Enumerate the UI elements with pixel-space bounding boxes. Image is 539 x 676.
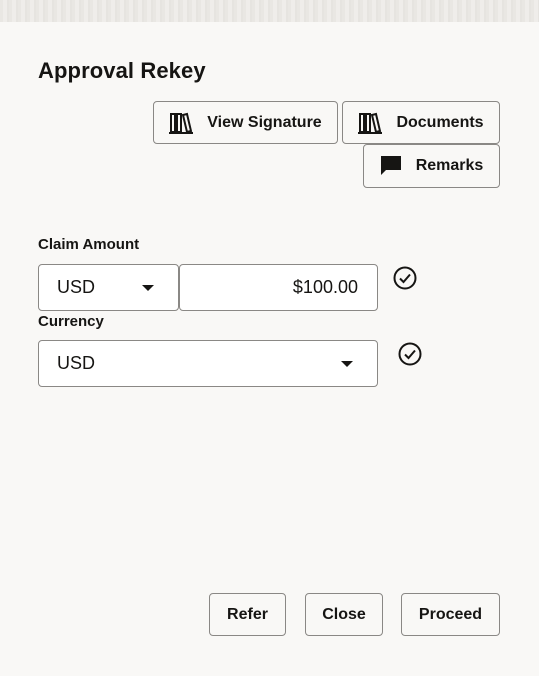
library-books-icon xyxy=(358,112,383,134)
view-signature-button[interactable]: View Signature xyxy=(153,101,338,144)
proceed-button[interactable]: Proceed xyxy=(401,593,500,636)
documents-button[interactable]: Documents xyxy=(342,101,500,144)
currency-label: Currency xyxy=(38,313,104,330)
claim-amount-value: $100.00 xyxy=(292,277,358,297)
window-top-band xyxy=(0,0,539,22)
check-circle-icon xyxy=(393,266,417,295)
chevron-down-icon xyxy=(142,284,154,291)
library-books-icon xyxy=(169,112,194,134)
remarks-label: Remarks xyxy=(415,157,484,174)
claim-amount-input[interactable]: $100.00 xyxy=(179,264,378,311)
dialog-title: Approval Rekey xyxy=(38,58,206,83)
approval-rekey-dialog: Approval Rekey View Signature Documents … xyxy=(0,22,539,676)
chevron-down-icon xyxy=(341,360,353,367)
claim-amount-label: Claim Amount xyxy=(38,236,140,253)
speech-bubble-icon xyxy=(380,155,402,177)
close-button[interactable]: Close xyxy=(305,593,383,636)
documents-label: Documents xyxy=(396,113,484,131)
claim-currency-value: USD xyxy=(57,277,96,297)
currency-select[interactable]: USD xyxy=(38,340,378,387)
check-circle-icon xyxy=(398,342,422,371)
remarks-button[interactable]: Remarks xyxy=(363,144,500,188)
refer-button[interactable]: Refer xyxy=(209,593,286,636)
currency-value: USD xyxy=(57,353,96,373)
view-signature-label: View Signature xyxy=(207,113,322,131)
claim-currency-select[interactable]: USD xyxy=(38,264,179,311)
